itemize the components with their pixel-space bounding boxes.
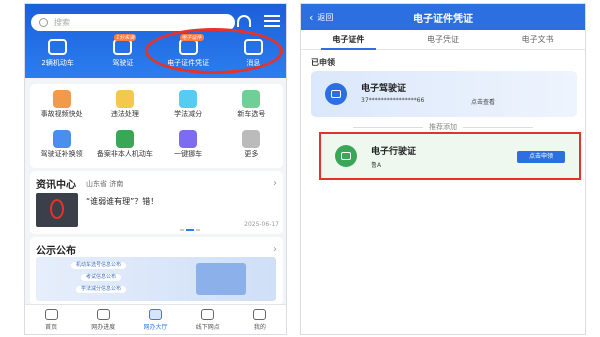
move-car-icon	[179, 130, 198, 148]
record-icon	[115, 130, 134, 148]
service-new-car[interactable]: 新车选号	[220, 88, 283, 128]
progress-icon	[96, 309, 110, 320]
vehicle-license-name: 电子行驶证	[371, 147, 417, 157]
service-violation[interactable]: 违法处理	[93, 88, 156, 128]
highlight-circle	[145, 28, 283, 74]
news-headline[interactable]: “谁弱谁有理”？错！	[86, 196, 281, 207]
vehicle-license-card[interactable]: 电子行驶证 鲁A 点击申领	[319, 132, 581, 180]
recommend-label: 推荐添加	[301, 122, 585, 132]
quick-vehicles[interactable]: 2辆机动车	[25, 37, 90, 68]
service-accident[interactable]: 事故视频快处	[30, 88, 93, 128]
headset-icon[interactable]	[237, 15, 251, 27]
tab-home[interactable]: 首页	[25, 305, 77, 334]
car-icon	[48, 39, 68, 55]
notice-card[interactable]: 公示公布 › 机动车选号信息公布 考试信息公布 学法减分信息公布	[30, 237, 283, 305]
news-city[interactable]: 山东省 济南	[86, 179, 123, 189]
carousel-dots	[180, 229, 200, 231]
service-study[interactable]: 学法减分	[157, 88, 220, 128]
notice-illustration	[196, 263, 246, 295]
search-placeholder: 搜索	[54, 18, 70, 27]
new-car-icon	[242, 90, 261, 108]
service-record[interactable]: 备案非本人机动车	[93, 128, 156, 168]
accident-icon	[52, 90, 71, 108]
certificate-header: ‹ 返回 电子证件凭证	[301, 4, 585, 30]
bottom-tab-bar: 首页 网办进度 网办大厅 线下网点 我的	[25, 304, 286, 334]
license-number: 37****************66	[361, 97, 425, 104]
tab-mine[interactable]: 我的	[234, 305, 286, 334]
notice-banner[interactable]: 机动车选号信息公布 考试信息公布 学法减分信息公布	[36, 257, 276, 301]
page-title: 电子证件凭证	[413, 13, 473, 25]
more-icon	[242, 130, 261, 148]
left-phone-screen: 搜索 2辆机动车 1分未满 驾驶证 电子证件 电子证件凭证 消息 事故视频快处 违法…	[24, 3, 287, 335]
chevron-left-icon[interactable]: ‹	[309, 11, 313, 24]
location-icon	[201, 309, 215, 320]
tab-hall[interactable]: 网办大厅	[129, 305, 181, 334]
driver-license-card[interactable]: 电子驾驶证 37****************66 点击查看	[311, 71, 577, 117]
license-name: 电子驾驶证	[361, 84, 407, 94]
tab-offline[interactable]: 线下网点	[182, 305, 234, 334]
tab-progress[interactable]: 网办进度	[77, 305, 129, 334]
tab-e-voucher[interactable]: 电子凭证	[396, 30, 491, 49]
notice-pill: 机动车选号信息公布	[71, 262, 127, 269]
service-move-car[interactable]: 一键挪车	[157, 128, 220, 168]
home-icon	[44, 309, 58, 320]
news-title: 资讯中心	[36, 180, 76, 191]
user-icon	[253, 309, 267, 320]
applied-section-label: 已申领	[311, 58, 335, 67]
news-date: 2025-06-17	[244, 221, 279, 228]
vehicle-license-icon	[335, 145, 357, 167]
notice-title: 公示公布	[36, 246, 76, 257]
tab-e-document[interactable]: 电子文书	[490, 30, 585, 49]
study-icon	[179, 90, 198, 108]
right-phone-screen: ‹ 返回 电子证件凭证 电子证件 电子凭证 电子文书 已申领 电子驾驶证 37*…	[300, 3, 586, 335]
menu-icon[interactable]	[264, 15, 280, 30]
tab-e-certificate[interactable]: 电子证件	[301, 30, 396, 50]
violation-icon	[115, 90, 134, 108]
vehicle-plate: 鲁A	[371, 162, 382, 169]
search-icon	[39, 18, 48, 27]
license-renew-icon	[52, 130, 71, 148]
notice-pill: 学法减分信息公布	[76, 286, 127, 293]
license-icon	[113, 39, 133, 55]
hall-icon	[149, 309, 162, 320]
service-grid: 事故视频快处 违法处理 学法减分 新车选号 驾驶证补换领 备案非本人机动车 一键…	[30, 84, 283, 168]
news-thumbnail	[36, 193, 78, 227]
license-icon	[325, 83, 347, 105]
certificate-tabs: 电子证件 电子凭证 电子文书	[301, 30, 585, 50]
apply-button[interactable]: 点击申领	[517, 151, 565, 163]
back-button[interactable]: 返回	[317, 12, 333, 23]
chevron-right-icon[interactable]: ›	[273, 178, 277, 189]
news-card[interactable]: 资讯中心 山东省 济南 › “谁弱谁有理”？错！ 2025-06-17	[30, 171, 283, 234]
license-tag: 1分未满	[114, 34, 137, 41]
home-header: 搜索 2辆机动车 1分未满 驾驶证 电子证件 电子证件凭证 消息	[25, 4, 286, 78]
service-more[interactable]: 更多	[220, 128, 283, 168]
service-license-renew[interactable]: 驾驶证补换领	[30, 128, 93, 168]
notice-pill: 考试信息公布	[81, 274, 122, 281]
view-license-link[interactable]: 点击查看	[471, 97, 495, 106]
chevron-right-icon[interactable]: ›	[273, 244, 277, 255]
